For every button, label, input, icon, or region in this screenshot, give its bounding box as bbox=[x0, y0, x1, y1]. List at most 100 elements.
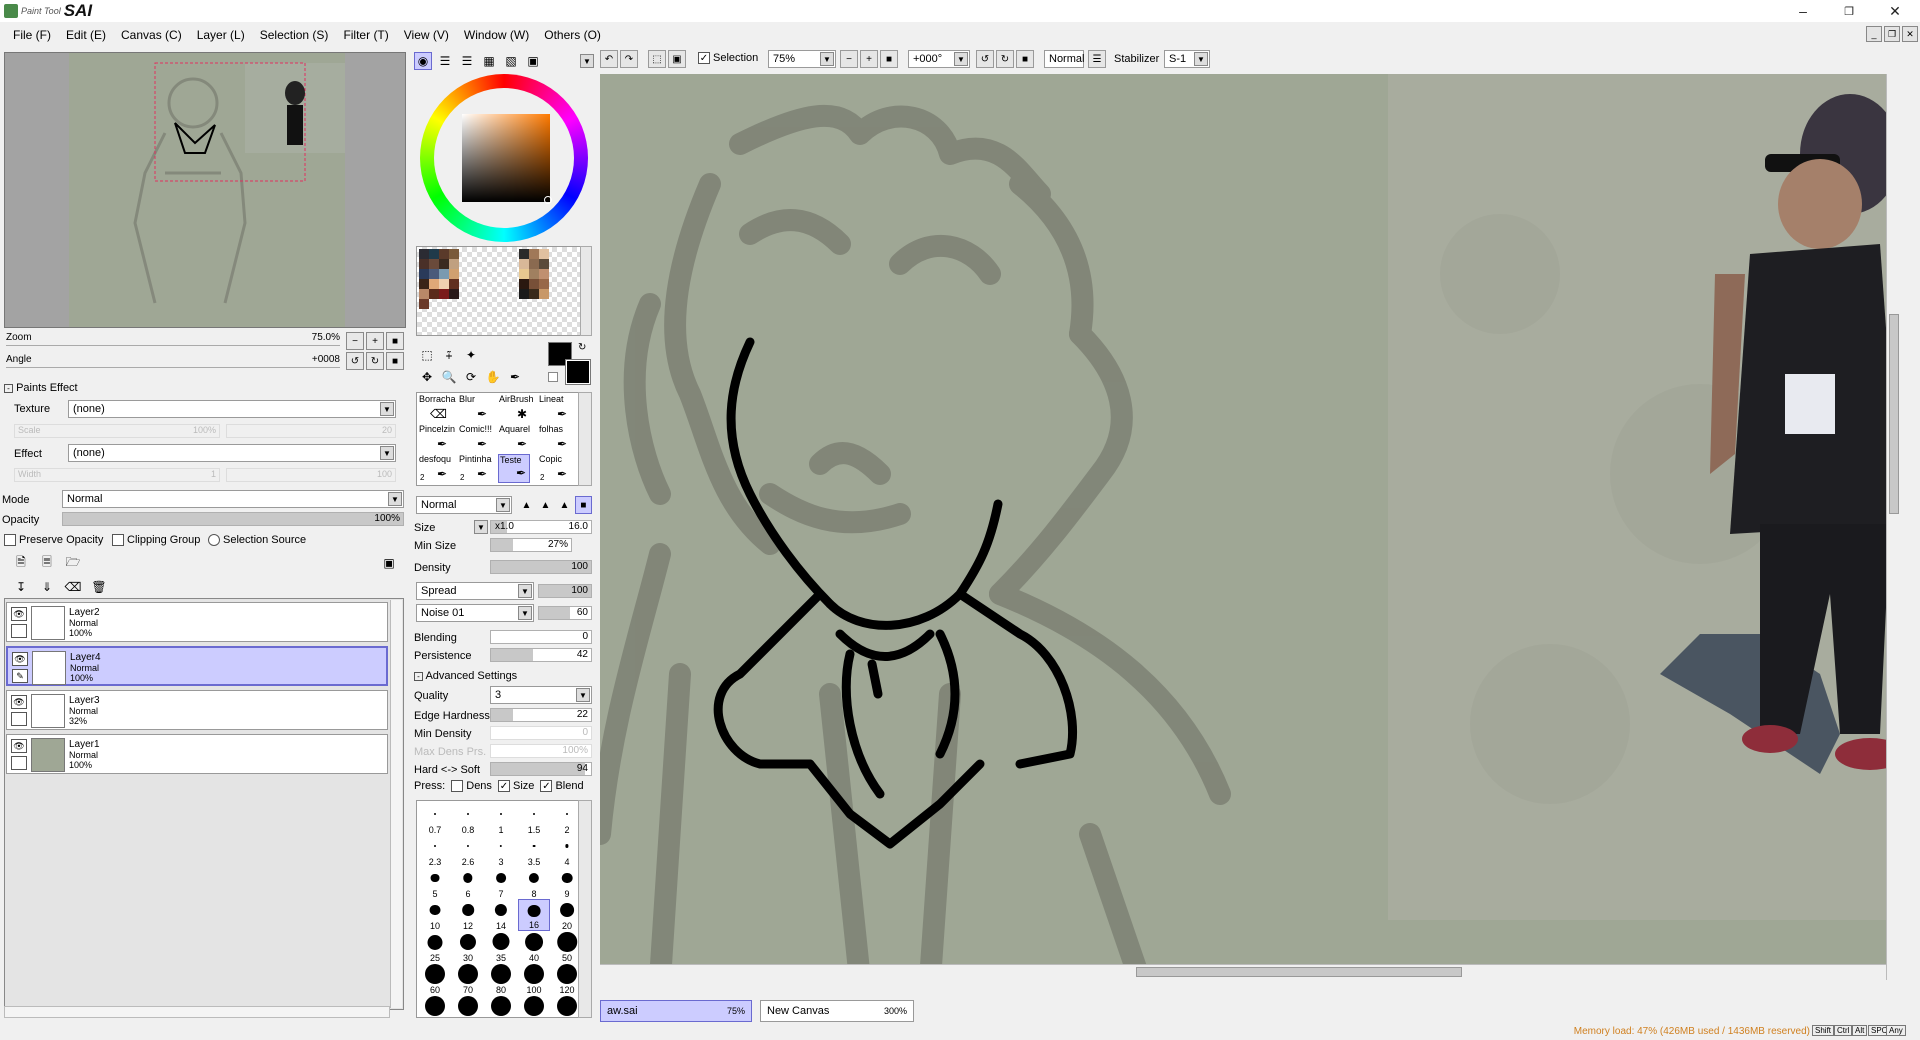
quality-dropdown[interactable]: 3 ▼ bbox=[490, 686, 592, 704]
color-swatch[interactable] bbox=[419, 249, 429, 259]
tab-new-canvas[interactable]: New Canvas 300% bbox=[760, 1000, 914, 1022]
brush-size-option[interactable]: 100 bbox=[518, 963, 550, 995]
transfer-down-icon[interactable]: ↧ bbox=[12, 578, 30, 596]
layer-horizontal-scrollbar[interactable] bbox=[4, 1006, 390, 1018]
brush-tool-airbrush[interactable]: AirBrush ✱ bbox=[498, 394, 534, 423]
brush-size-option[interactable]: 80 bbox=[485, 963, 517, 995]
clear-layer-icon[interactable]: ⌫ bbox=[64, 578, 82, 596]
mdi-close-button[interactable]: ✕ bbox=[1902, 26, 1918, 42]
brush-icon[interactable]: ✎ bbox=[12, 669, 28, 683]
scratchpad-mode-icon[interactable]: ▧ bbox=[502, 52, 520, 70]
eye-icon[interactable]: 👁 bbox=[11, 607, 27, 621]
tool-grid-scrollbar[interactable] bbox=[578, 392, 592, 486]
color-swatch[interactable] bbox=[539, 289, 549, 299]
redo-icon[interactable]: ↷ bbox=[620, 50, 638, 68]
min-size-slider[interactable]: 27% bbox=[490, 538, 572, 552]
color-swatch[interactable] bbox=[449, 259, 459, 269]
stabilizer-dropdown[interactable]: S-1 ▼ bbox=[1164, 50, 1210, 68]
user-swatch-icon[interactable]: ▣ bbox=[524, 52, 542, 70]
brush-tool-folhas[interactable]: folhas ✒ bbox=[538, 424, 570, 453]
color-swatch[interactable] bbox=[449, 269, 459, 279]
layer-row[interactable]: 👁 Layer2 Normal 100% bbox=[6, 602, 388, 642]
mdi-minimize-button[interactable]: _ bbox=[1866, 26, 1882, 42]
color-swatch[interactable] bbox=[449, 279, 459, 289]
max-dens-slider[interactable]: 100% bbox=[490, 744, 592, 758]
texture-dropdown[interactable]: (none) ▼ bbox=[68, 400, 396, 418]
color-swatch[interactable] bbox=[539, 279, 549, 289]
eye-icon[interactable]: 👁 bbox=[12, 652, 28, 666]
hand-icon[interactable]: ✋ bbox=[484, 368, 502, 386]
brush-size-option[interactable]: 30 bbox=[452, 931, 484, 963]
minimize-button[interactable]: – bbox=[1780, 0, 1826, 22]
width-number[interactable]: 100 bbox=[226, 468, 396, 482]
rotate-right-button[interactable]: ↻ bbox=[366, 352, 384, 370]
size-multiplier-button[interactable]: ▼ bbox=[474, 520, 488, 534]
color-swatch[interactable] bbox=[539, 249, 549, 259]
zoom-reset-button[interactable]: ■ bbox=[386, 332, 404, 350]
brush-size-option[interactable]: 1.5 bbox=[518, 803, 550, 835]
new-folder-icon[interactable]: 🗁 bbox=[64, 554, 82, 572]
color-swatches[interactable] bbox=[416, 246, 592, 336]
clipping-group-checkbox[interactable]: Clipping Group bbox=[112, 534, 200, 547]
color-swatch[interactable] bbox=[429, 289, 439, 299]
color-panel-menu-button[interactable]: ▼ bbox=[580, 54, 594, 68]
menu-window[interactable]: Window (W) bbox=[459, 28, 539, 42]
brush-size-option[interactable]: 300 bbox=[518, 995, 550, 1017]
restore-button[interactable]: ❐ bbox=[1826, 0, 1872, 22]
shape-flat-icon[interactable]: ▲ bbox=[518, 496, 535, 514]
brush-tool-lineat[interactable]: Lineat ✒ bbox=[538, 394, 570, 423]
magic-wand-icon[interactable]: ✦ bbox=[462, 346, 480, 364]
canvas-vertical-scrollbar[interactable] bbox=[1886, 74, 1902, 980]
eye-icon[interactable]: 👁 bbox=[11, 695, 27, 709]
color-swatch[interactable] bbox=[419, 299, 429, 309]
swatches-mode-icon[interactable]: ▦ bbox=[480, 52, 498, 70]
color-wheel-mode-icon[interactable]: ◉ bbox=[414, 52, 432, 70]
noise-dropdown[interactable]: Noise 01 ▼ bbox=[416, 604, 534, 622]
color-swatch[interactable] bbox=[449, 249, 459, 259]
color-swatch[interactable] bbox=[539, 269, 549, 279]
color-swatch[interactable] bbox=[439, 259, 449, 269]
brush-size-option[interactable]: 40 bbox=[518, 931, 550, 963]
horizontal-scroll-thumb[interactable] bbox=[1136, 967, 1462, 977]
layer-row[interactable]: 👁 Layer1 Normal 100% bbox=[6, 734, 388, 774]
brush-size-option[interactable]: 16 bbox=[518, 899, 550, 931]
color-swatch[interactable] bbox=[529, 249, 539, 259]
lock-icon[interactable] bbox=[11, 712, 27, 726]
persistence-slider[interactable]: 42 bbox=[490, 648, 592, 662]
brush-size-option[interactable]: 7 bbox=[485, 867, 517, 899]
color-swatch[interactable] bbox=[529, 259, 539, 269]
color-swatch[interactable] bbox=[529, 279, 539, 289]
spread-dropdown[interactable]: Spread ▼ bbox=[416, 582, 534, 600]
rotate-icon[interactable]: ⟳ bbox=[462, 368, 480, 386]
shape-square-icon[interactable]: ■ bbox=[574, 496, 592, 514]
tab-aw-sai[interactable]: aw.sai 75% bbox=[600, 1000, 752, 1022]
width-slider[interactable]: Width 1 bbox=[14, 468, 220, 482]
color-swatch[interactable] bbox=[439, 289, 449, 299]
new-layer-icon[interactable]: 🗎 bbox=[12, 554, 30, 572]
color-swatch[interactable] bbox=[519, 259, 529, 269]
hard-soft-slider[interactable]: 94 bbox=[490, 762, 592, 776]
brush-size-option[interactable]: 35 bbox=[485, 931, 517, 963]
rgb-slider-mode-icon[interactable]: ☰ bbox=[436, 52, 454, 70]
swap-colors-icon[interactable]: ↻ bbox=[578, 342, 586, 353]
brush-tool-comic[interactable]: Comic!!! ✒ bbox=[458, 424, 492, 453]
toolbar-zoom-reset-button[interactable]: ■ bbox=[880, 50, 898, 68]
view-blend-dropdown[interactable]: Normal bbox=[1044, 50, 1084, 68]
color-swatch[interactable] bbox=[419, 279, 429, 289]
edge-hardness-slider[interactable]: 22 bbox=[490, 708, 592, 722]
paints-effect-header[interactable]: - Paints Effect bbox=[4, 382, 78, 394]
brush-size-option[interactable]: 5 bbox=[419, 867, 451, 899]
color-swatch[interactable] bbox=[429, 279, 439, 289]
brush-tool-desfoqu[interactable]: desfoqu 2 ✒ bbox=[418, 454, 451, 483]
shape-soft-icon[interactable]: ▲ bbox=[556, 496, 573, 514]
brush-size-option[interactable]: 60 bbox=[419, 963, 451, 995]
lock-icon[interactable] bbox=[11, 624, 27, 638]
color-swatch[interactable] bbox=[519, 249, 529, 259]
toolbar-zoom-in-button[interactable]: + bbox=[860, 50, 878, 68]
scale-slider[interactable]: Scale 100% bbox=[14, 424, 220, 438]
color-swatch[interactable] bbox=[429, 269, 439, 279]
color-swatch[interactable] bbox=[419, 259, 429, 269]
menu-edit[interactable]: Edit (E) bbox=[61, 28, 116, 42]
zoom-icon[interactable]: 🔍 bbox=[440, 368, 458, 386]
rotate-reset-button[interactable]: ■ bbox=[386, 352, 404, 370]
